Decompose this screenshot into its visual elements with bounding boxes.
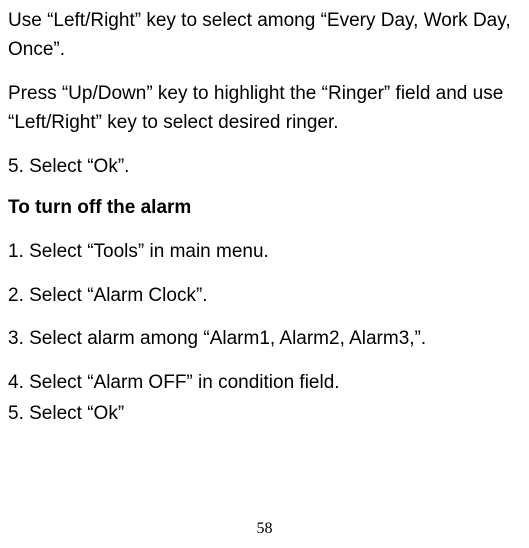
step-item: 3. Select alarm among “Alarm1, Alarm2, A… bbox=[8, 324, 525, 353]
body-paragraph: 5. Select “Ok”. bbox=[8, 152, 525, 181]
page-number: 58 bbox=[0, 520, 529, 538]
body-paragraph: Press “Up/Down” key to highlight the “Ri… bbox=[8, 79, 525, 138]
body-paragraph: Use “Left/Right” key to select among “Ev… bbox=[8, 6, 525, 65]
step-item: 2. Select “Alarm Clock”. bbox=[8, 281, 525, 310]
section-heading: To turn off the alarm bbox=[8, 197, 525, 219]
document-page: Use “Left/Right” key to select among “Ev… bbox=[0, 0, 529, 548]
step-item: 5. Select “Ok” bbox=[8, 399, 525, 428]
step-item: 1. Select “Tools” in main menu. bbox=[8, 237, 525, 266]
step-item: 4. Select “Alarm OFF” in condition field… bbox=[8, 368, 525, 397]
